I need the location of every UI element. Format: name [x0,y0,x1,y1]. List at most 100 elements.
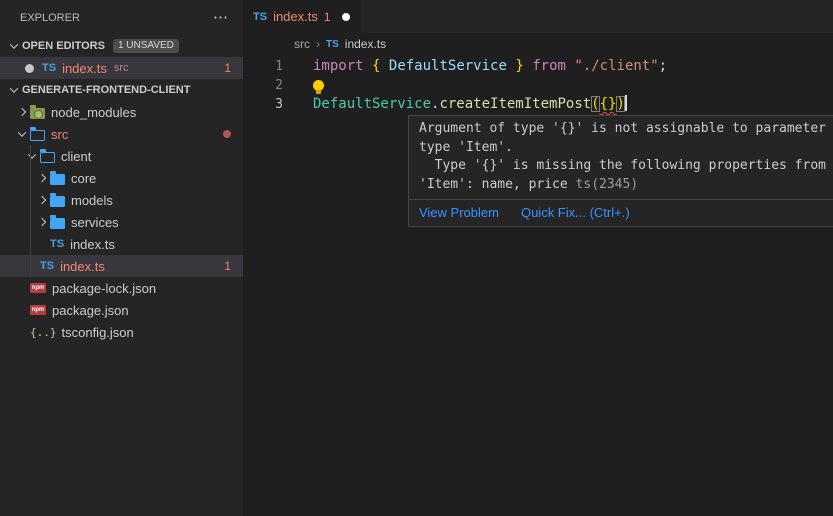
code-token: ) [616,96,624,112]
tree-item-client[interactable]: client [0,145,243,167]
code-line-content [283,76,324,95]
tree-item-package.json[interactable]: npm package.json [0,299,243,321]
folder-icon [50,218,65,229]
open-editor-item-index-ts[interactable]: TS index.ts src 1 [0,57,243,79]
chevron-down-icon [18,128,26,136]
twistie[interactable] [6,87,22,93]
code-editor[interactable]: 1import { DefaultService } from "./clien… [243,57,833,114]
explorer-title: EXPLORER [20,12,80,24]
code-token: from [532,58,566,74]
npm-icon: npm [30,305,46,315]
tree-item-services[interactable]: services [0,211,243,233]
code-line-content: import { DefaultService } from "./client… [283,57,667,76]
folder-open-icon [30,130,45,141]
tree-item-index.ts[interactable]: TSindex.ts [0,233,243,255]
tree-item-models[interactable]: models [0,189,243,211]
error-code: ts(2345) [576,177,639,192]
error-message-line: Type '{}' is missing the following prope… [419,157,833,176]
code-token: DefaultService [389,58,507,74]
error-message-line: 'Item': name, price ts(2345) [419,176,833,195]
chevron-right-icon [38,174,46,182]
open-editor-file-label: index.ts [62,61,107,76]
twistie[interactable] [24,153,40,159]
error-count-badge: 1 [224,259,231,273]
tree-item-label: package.json [52,303,129,318]
tree-item-label: src [51,127,68,142]
braces-icon: {..} [30,326,57,339]
tree-item-label: client [61,149,91,164]
tree-item-label: index.ts [70,237,115,252]
workspace-section-header[interactable]: GENERATE-FRONTEND-CLIENT [0,79,243,101]
unsaved-dot-icon[interactable] [342,13,350,21]
twistie[interactable] [14,131,30,137]
code-line: 3DefaultService.createItemItemPost({}) [243,95,833,114]
open-editors-label: OPEN EDITORS [22,40,105,52]
explorer-header: EXPLORER ⋯ [0,0,243,35]
error-text: type 'Item'. [419,140,513,155]
code-token [524,58,532,74]
tree-item-label: tsconfig.json [62,325,134,340]
breadcrumb: src › TS index.ts [243,33,386,55]
typescript-icon: TS [253,11,267,23]
hover-actions: View Problem Quick Fix... (Ctrl+.) [409,199,833,226]
npm-icon: npm [30,283,46,293]
line-number: 2 [243,76,283,95]
more-actions-icon[interactable]: ⋯ [213,13,229,23]
tree-item-index.ts[interactable]: TSindex.ts1 [0,255,243,277]
tab-bar: TS index.ts 1 [243,0,833,33]
code-token: createItemItemPost [439,96,591,112]
twistie[interactable] [14,109,30,115]
twistie[interactable] [34,219,50,225]
npm-folder-icon [30,108,45,119]
line-number: 3 [243,95,283,114]
folder-icon [50,174,65,185]
typescript-icon: TS [326,39,339,50]
view-problem-link[interactable]: View Problem [419,205,499,220]
error-count-badge: 1 [224,61,231,75]
tab-index-ts[interactable]: TS index.ts 1 [243,0,361,33]
open-editors-header[interactable]: OPEN EDITORS 1 UNSAVED [0,35,243,57]
file-tree: node_modulessrc client core models services T… [0,101,243,343]
typescript-icon: TS [42,62,56,74]
code-line: 1import { DefaultService } from "./clien… [243,57,833,76]
quick-fix-link[interactable]: Quick Fix... (Ctrl+.) [521,205,630,220]
tree-item-core[interactable]: core [0,167,243,189]
chevron-down-icon [28,150,36,158]
breadcrumb-separator-icon: › [316,37,320,51]
code-token: ( [591,96,599,112]
explorer-sidebar: EXPLORER ⋯ OPEN EDITORS 1 UNSAVED TS ind… [0,0,243,516]
code-token: } [515,58,523,74]
folder-open-icon [40,152,55,163]
tree-item-package-lock.json[interactable]: npm package-lock.json [0,277,243,299]
code-token [364,58,372,74]
ts-icon: TS [40,260,54,272]
code-line-content: DefaultService.createItemItemPost({}) [283,95,627,114]
tree-item-tsconfig.json[interactable]: {..} tsconfig.json [0,321,243,343]
breadcrumb-folder[interactable]: src [294,37,310,51]
tree-item-label: services [71,215,119,230]
tree-item-label: node_modules [51,105,136,120]
unsaved-badge: 1 UNSAVED [113,39,179,53]
chevron-right-icon [38,196,46,204]
tree-item-label: package-lock.json [52,281,156,296]
lightbulb-icon[interactable] [313,80,324,91]
code-token: ; [659,58,667,74]
code-line: 2 [243,76,833,95]
twistie[interactable] [6,43,22,49]
error-text: Type '{}' is missing the following prope… [419,158,826,173]
tree-item-node_modules[interactable]: node_modules [0,101,243,123]
modified-dot-icon[interactable] [25,64,34,73]
twistie[interactable] [34,175,50,181]
tree-item-label: models [71,193,113,208]
error-text: Argument of type '{}' is not assignable … [419,121,833,136]
twistie[interactable] [34,197,50,203]
folder-icon [50,196,65,207]
error-message: Argument of type '{}' is not assignable … [409,116,833,199]
error-message-line: type 'Item'. [419,139,833,158]
chevron-right-icon [18,108,26,116]
breadcrumb-file[interactable]: index.ts [345,37,386,51]
chevron-down-icon [10,84,18,92]
tree-item-src[interactable]: src [0,123,243,145]
error-message-line: Argument of type '{}' is not assignable … [419,120,833,139]
code-token: DefaultService [313,96,431,112]
